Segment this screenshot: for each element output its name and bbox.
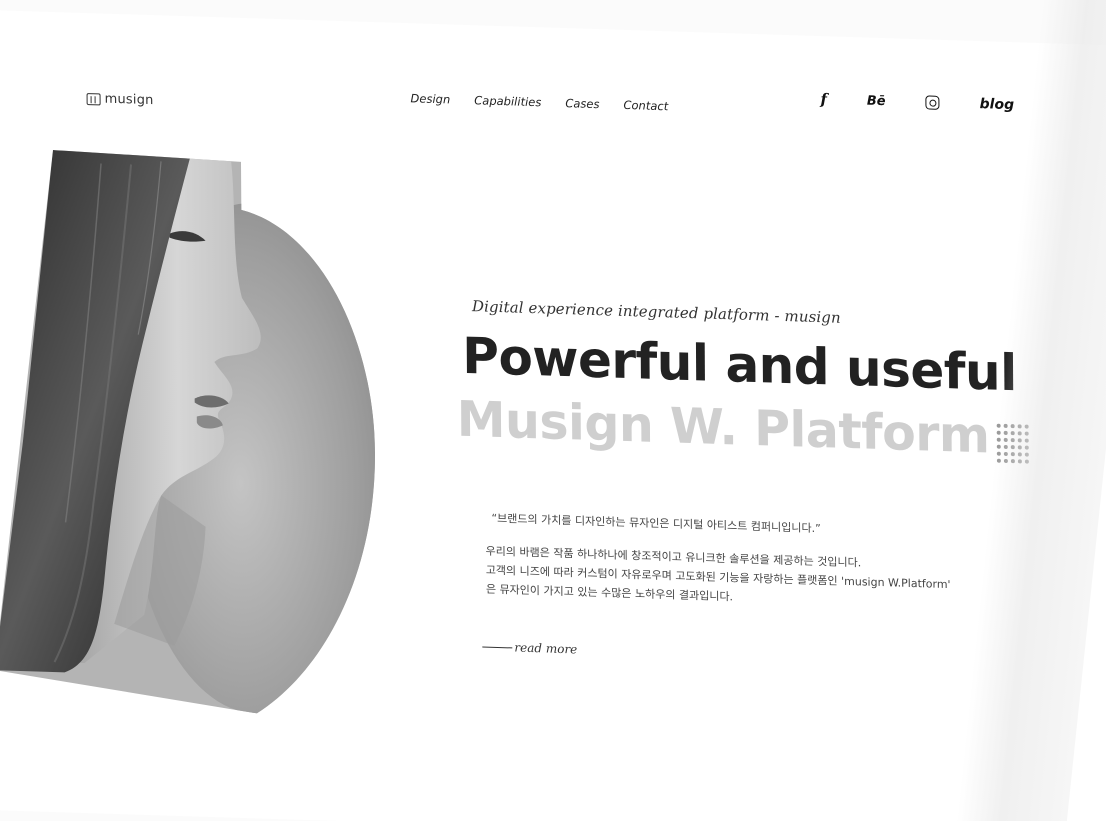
hero-body-text: 우리의 바램은 작품 하나하나에 창조적이고 유니크한 솔루션을 제공하는 것입… bbox=[486, 542, 951, 614]
hero-subhead: Musign W. Platform bbox=[456, 390, 990, 465]
main-nav: Design Capabilities Cases Contact bbox=[410, 91, 668, 113]
read-more-line bbox=[482, 645, 513, 648]
facebook-icon[interactable]: f bbox=[820, 90, 827, 108]
read-more-label: read more bbox=[514, 640, 578, 657]
page-stage: musign Design Capabilities Cases Contact… bbox=[0, 0, 1106, 821]
nav-item-design[interactable]: Design bbox=[410, 91, 450, 106]
nav-item-contact[interactable]: Contact bbox=[623, 98, 668, 113]
hero-headline: Powerful and useful bbox=[462, 326, 1017, 403]
nav-item-cases[interactable]: Cases bbox=[565, 96, 599, 111]
hero-quote: “브랜드의 가치를 디자인하는 뮤자인은 디지털 아티스트 컴퍼니입니다.” bbox=[491, 511, 821, 536]
logo[interactable]: musign bbox=[86, 91, 154, 109]
social-links: f Bē blog bbox=[820, 90, 1014, 114]
hero-tagline: Digital experience integrated platform -… bbox=[471, 297, 841, 327]
behance-icon[interactable]: Bē bbox=[867, 93, 886, 109]
nav-item-capabilities[interactable]: Capabilities bbox=[474, 93, 541, 109]
hero-portrait-image bbox=[0, 148, 377, 718]
blog-link[interactable]: blog bbox=[980, 96, 1015, 113]
instagram-icon[interactable] bbox=[925, 95, 940, 110]
website-mockup: musign Design Capabilities Cases Contact… bbox=[0, 10, 1106, 821]
logo-mark-icon bbox=[86, 92, 101, 105]
read-more-link[interactable]: read more bbox=[482, 639, 577, 656]
logo-text: musign bbox=[104, 91, 154, 109]
